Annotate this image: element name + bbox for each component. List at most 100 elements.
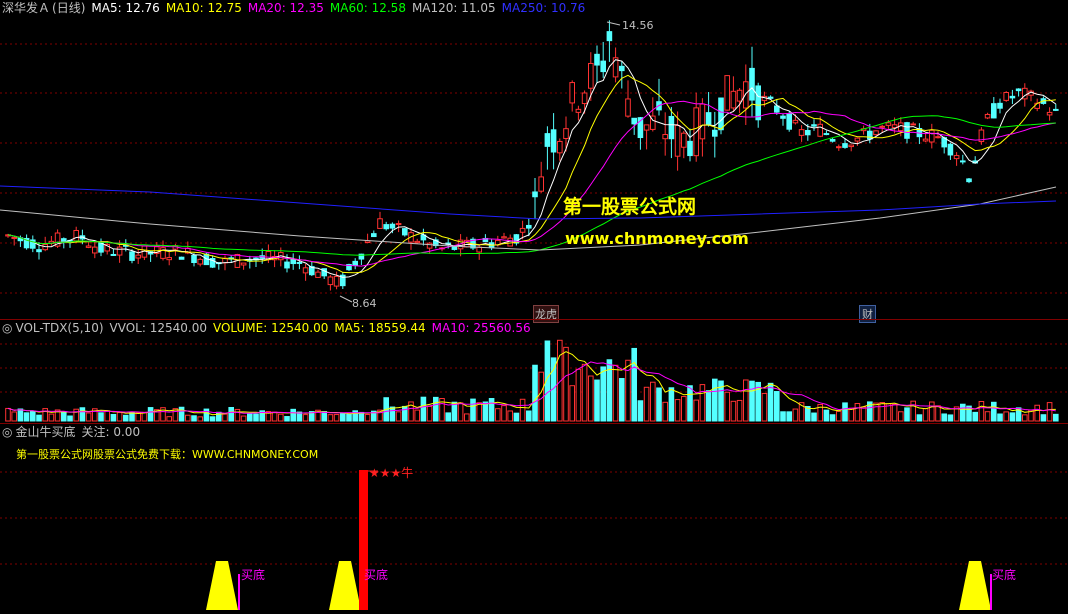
candle bbox=[625, 80, 631, 118]
candle bbox=[371, 230, 377, 238]
volume-bar bbox=[104, 410, 111, 422]
volume-bar bbox=[48, 413, 55, 422]
volume-bar bbox=[519, 398, 526, 422]
low-pointer bbox=[339, 295, 353, 303]
ma-label-ma120: MA120: 11.05 bbox=[411, 1, 496, 15]
volume-bar bbox=[340, 412, 346, 422]
vol-ma10-label: MA10: 25560.56 bbox=[431, 321, 531, 335]
indicator-panel[interactable]: ◎ 金山牛买底 关注: 0.00 第一股票公式网股票公式免费下载：WWW.CHNMO… bbox=[0, 423, 1068, 614]
volume-bar bbox=[420, 396, 427, 422]
candle bbox=[575, 105, 582, 121]
candle bbox=[650, 97, 656, 132]
volume-bar bbox=[278, 413, 284, 422]
candle bbox=[482, 234, 489, 243]
volume-bar bbox=[321, 411, 327, 422]
candle bbox=[687, 128, 693, 162]
candlestick-chart[interactable] bbox=[0, 0, 1068, 318]
candle bbox=[253, 257, 259, 268]
volume-bar bbox=[898, 411, 904, 422]
volume-bar bbox=[848, 407, 855, 422]
candle bbox=[600, 41, 607, 78]
volume-bar bbox=[916, 414, 923, 422]
candle bbox=[538, 161, 545, 193]
volume-bar bbox=[135, 412, 141, 422]
vol-ma5-label: MA5: 18559.44 bbox=[334, 321, 426, 335]
buy-signal-area-1 bbox=[206, 561, 238, 610]
candle bbox=[73, 226, 80, 243]
candle bbox=[352, 258, 358, 270]
volume-bar bbox=[364, 414, 371, 422]
candle bbox=[340, 272, 346, 290]
volume-bar bbox=[612, 364, 619, 422]
volume-bar bbox=[166, 416, 172, 422]
volume-header: ◎ VOL-TDX(5,10) VVOL: 12540.00 VOLUME: 1254… bbox=[2, 320, 537, 336]
volume-bar bbox=[23, 412, 30, 422]
volume-bar bbox=[631, 347, 638, 422]
volume-bar bbox=[811, 412, 817, 422]
volume-bar bbox=[247, 413, 253, 422]
volume-bar bbox=[147, 407, 154, 422]
volume-panel[interactable]: ◎ VOL-TDX(5,10) VVOL: 12540.00 VOLUME: 1254… bbox=[0, 319, 1068, 423]
ma-label-ma20: MA20: 12.35 bbox=[247, 1, 324, 15]
volume-bar bbox=[643, 386, 650, 422]
volume-bar bbox=[222, 413, 228, 422]
candle bbox=[1053, 103, 1059, 112]
stock-name[interactable]: 深华发Ａ bbox=[2, 1, 50, 15]
price-panel[interactable]: 深华发Ａ (日线) MA5: 12.76 MA10: 12.75 MA20: 12.35… bbox=[0, 0, 1068, 323]
candle bbox=[662, 112, 669, 156]
volume-bar bbox=[5, 407, 11, 422]
volume-indicator-name[interactable]: VOL-TDX(5,10) bbox=[15, 321, 103, 335]
volume-bar bbox=[594, 379, 600, 422]
volume-bar bbox=[978, 401, 985, 422]
vvol-label: VVOL: 12540.00 bbox=[109, 321, 207, 335]
volume-bar bbox=[178, 406, 185, 422]
period-label[interactable]: (日线) bbox=[52, 1, 85, 15]
candle bbox=[774, 99, 780, 115]
candle bbox=[23, 234, 30, 250]
volume-bar bbox=[662, 401, 669, 422]
candle bbox=[712, 111, 718, 158]
volume-bar bbox=[433, 396, 439, 422]
candle bbox=[953, 152, 960, 166]
candle bbox=[668, 107, 675, 159]
volume-bar bbox=[526, 410, 532, 422]
candle bbox=[395, 220, 402, 233]
volume-bar bbox=[36, 414, 42, 422]
watermark-title: 第一股票公式网 bbox=[563, 196, 697, 218]
candle bbox=[786, 111, 793, 132]
volume-bar bbox=[854, 403, 861, 422]
candle bbox=[247, 255, 253, 269]
volume-bar bbox=[656, 387, 662, 422]
volume-bar bbox=[619, 378, 625, 422]
candle bbox=[736, 88, 743, 114]
menu-icon-2[interactable]: ◎ bbox=[2, 425, 12, 439]
menu-icon[interactable]: ◎ bbox=[2, 321, 12, 335]
candle bbox=[929, 123, 935, 149]
candle bbox=[811, 119, 817, 131]
volume-bar bbox=[761, 392, 768, 422]
candle bbox=[501, 232, 507, 239]
volume-bar bbox=[30, 410, 36, 422]
buy-signal-area-2 bbox=[329, 561, 361, 610]
volume-bar bbox=[650, 381, 656, 422]
candle bbox=[1015, 88, 1022, 97]
candle bbox=[309, 261, 315, 277]
candle bbox=[1003, 91, 1010, 102]
candle bbox=[1009, 89, 1016, 105]
volume-bar bbox=[1040, 414, 1047, 422]
candle bbox=[631, 117, 638, 135]
candle bbox=[873, 130, 879, 136]
indicator-header: ◎ 金山牛买底 关注: 0.00 bbox=[2, 424, 146, 440]
candle bbox=[557, 138, 563, 161]
vol-ma10-line bbox=[7, 361, 1056, 414]
candle bbox=[681, 130, 687, 159]
candle bbox=[798, 125, 805, 142]
volume-bar bbox=[209, 416, 216, 422]
volume-bar bbox=[358, 411, 365, 422]
volume-bar bbox=[674, 399, 681, 422]
indicator-name[interactable]: 金山牛买底 bbox=[15, 425, 75, 439]
candle bbox=[402, 227, 408, 237]
volume-bar bbox=[823, 409, 830, 422]
volume-bar bbox=[705, 390, 712, 422]
volume-bar bbox=[997, 413, 1003, 422]
